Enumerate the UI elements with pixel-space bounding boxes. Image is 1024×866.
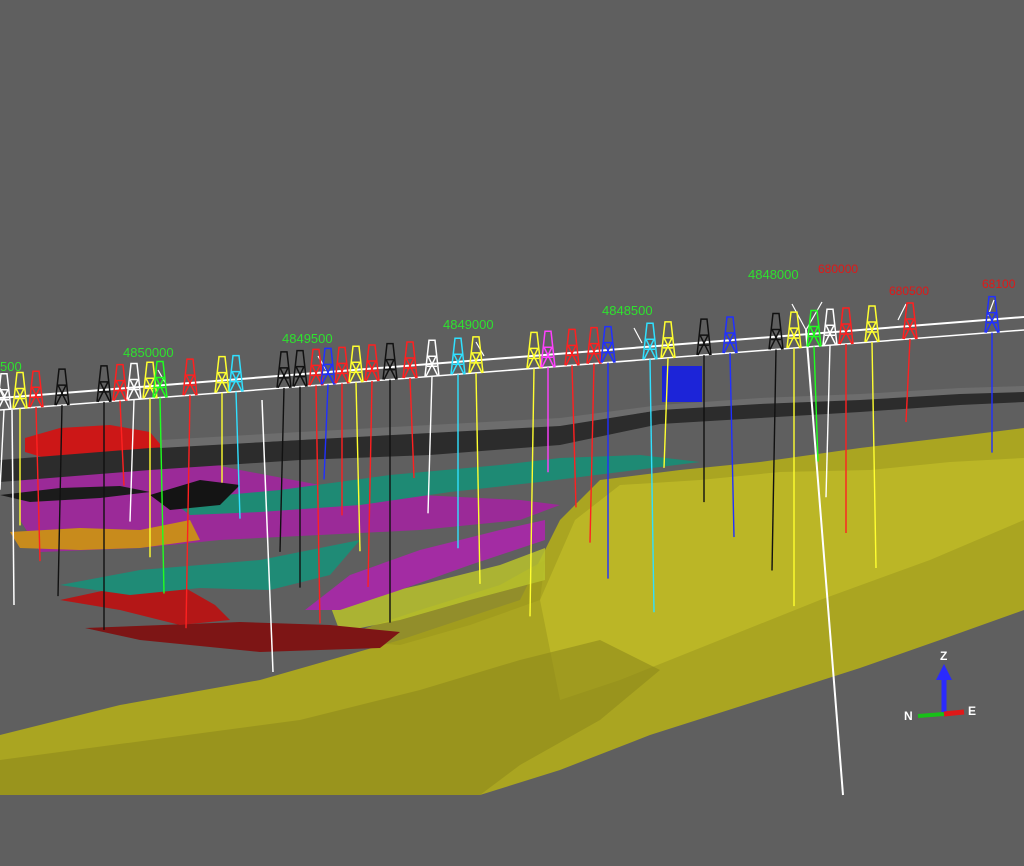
z-axis-label: Z <box>940 649 947 663</box>
e-axis-label: E <box>968 704 976 718</box>
easting-label: 680500 <box>889 284 929 298</box>
northing-label: 4850000 <box>123 345 174 360</box>
drill-rig-icon <box>696 318 712 356</box>
drill-rig-icon <box>382 342 398 380</box>
drill-rig-icon <box>768 312 784 350</box>
drill-rig-icon <box>402 341 418 379</box>
drill-rig-icon <box>0 372 12 411</box>
northing-label: 4849500 <box>282 331 333 346</box>
n-axis-label: N <box>904 709 913 723</box>
easting-label: 68100 <box>982 277 1016 291</box>
drill-rig-icon <box>348 345 364 383</box>
drill-rig-icon <box>126 362 142 400</box>
drill-rig-icon <box>722 316 738 354</box>
drill-rig-icon <box>214 355 230 394</box>
bbox-left-vertical <box>11 409 15 606</box>
3d-viewport[interactable]: 500 4850000 4849500 4849000 4848500 4848… <box>0 0 1024 866</box>
drill-rig-icon <box>152 360 168 398</box>
drill-rig-icon <box>12 371 28 409</box>
e-axis-icon <box>943 709 965 717</box>
drill-rig-icon <box>54 368 70 406</box>
drill-rig-icon <box>450 337 466 375</box>
drill-rig-icon <box>526 331 542 369</box>
geology-scene[interactable]: 500 4850000 4849500 4849000 4848500 4848… <box>0 0 1024 866</box>
z-arrow-icon <box>936 664 952 680</box>
drill-rig-icon <box>822 308 838 346</box>
drill-rig-icon <box>564 328 580 366</box>
drill-rig-icon <box>600 325 616 363</box>
drill-rig-icon <box>276 351 292 389</box>
drill-rig-icon <box>838 307 854 345</box>
northing-label: 4849000 <box>443 317 494 332</box>
northing-label: 4848500 <box>602 303 653 318</box>
drill-rig-icon <box>228 354 244 392</box>
drill-rig-icon <box>586 326 602 365</box>
drillhole-trace <box>905 338 911 423</box>
drill-rig-icon <box>642 322 658 360</box>
drill-rig-icon <box>540 330 556 368</box>
drill-rig-icon <box>28 370 44 408</box>
easting-label: 680000 <box>818 262 858 276</box>
drill-rig-icon <box>902 302 918 340</box>
drill-rig-icon <box>984 295 1000 333</box>
axis-orientation-triad: Z N E <box>904 649 976 723</box>
drill-rig-icon <box>364 344 380 382</box>
drill-rig-icon <box>96 365 112 403</box>
drill-rig-icon <box>182 358 198 396</box>
northing-label: 500 <box>0 359 22 374</box>
drill-rig-icon <box>320 347 336 385</box>
n-axis-icon <box>917 712 945 718</box>
drill-rig-icon <box>864 305 880 343</box>
drill-rig-icon <box>112 363 128 401</box>
drill-rig-icon <box>334 346 350 384</box>
drill-rig-icon <box>660 321 676 359</box>
northing-label: 4848000 <box>748 267 799 282</box>
drill-rig-icon <box>292 349 308 387</box>
drill-rig-icon <box>424 339 440 377</box>
